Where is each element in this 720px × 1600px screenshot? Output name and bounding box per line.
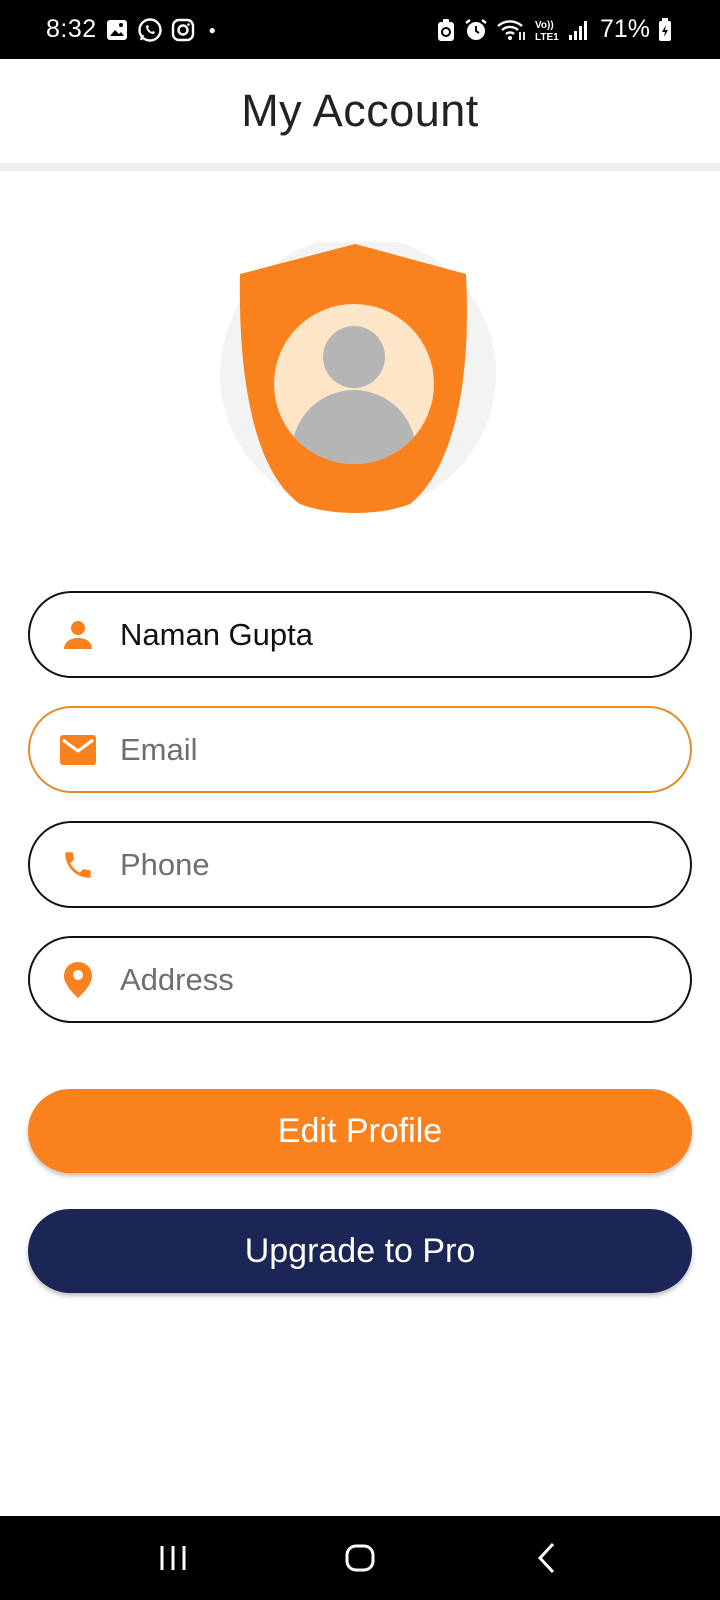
- alarm-icon: [464, 18, 488, 42]
- mail-icon: [60, 732, 96, 768]
- phone-input[interactable]: [120, 846, 680, 883]
- upgrade-to-pro-button[interactable]: Upgrade to Pro: [28, 1209, 692, 1293]
- address-field[interactable]: [28, 936, 692, 1023]
- system-nav-bar: [0, 1516, 720, 1600]
- name-field[interactable]: [28, 591, 692, 678]
- battery-percent: 71%: [599, 15, 650, 43]
- volte-icon: Vo)) LTE1: [534, 18, 560, 42]
- page-title: My Account: [241, 85, 479, 136]
- back-icon[interactable]: [517, 1528, 577, 1588]
- edit-profile-button[interactable]: Edit Profile: [28, 1089, 692, 1173]
- phone-field[interactable]: [28, 821, 692, 908]
- battery-charging-icon: [658, 17, 672, 42]
- recents-icon[interactable]: [143, 1528, 203, 1588]
- address-input[interactable]: [120, 961, 680, 998]
- whatsapp-icon: [137, 17, 163, 43]
- gallery-icon: [105, 18, 129, 42]
- location-pin-icon: [60, 961, 96, 998]
- status-time: 8:32: [46, 15, 97, 43]
- email-input[interactable]: [120, 731, 680, 768]
- signal-icon: [568, 19, 588, 41]
- svg-text:Vo)): Vo)): [535, 20, 554, 31]
- email-field[interactable]: [28, 706, 692, 793]
- status-bar: 8:32 ● Vo)) LTE1 71%: [0, 0, 720, 59]
- notification-dot: ●: [208, 22, 216, 37]
- home-icon[interactable]: [330, 1528, 390, 1588]
- person-icon: [60, 617, 96, 653]
- user-shield-avatar-icon: [220, 236, 496, 513]
- data-saver-icon: [436, 18, 456, 42]
- status-bar-left: 8:32 ●: [46, 15, 216, 44]
- status-bar-right: Vo)) LTE1 71%: [436, 15, 672, 44]
- instagram-icon: [171, 18, 195, 42]
- screen: 8:32 ● Vo)) LTE1 71% My Account Naman Gu…: [0, 0, 720, 1600]
- phone-icon: [60, 847, 96, 883]
- name-input[interactable]: [120, 616, 680, 653]
- wifi-icon: [496, 18, 526, 42]
- svg-text:LTE1: LTE1: [535, 32, 559, 42]
- profile-avatar[interactable]: [220, 236, 500, 522]
- app-bar: My Account: [0, 59, 720, 171]
